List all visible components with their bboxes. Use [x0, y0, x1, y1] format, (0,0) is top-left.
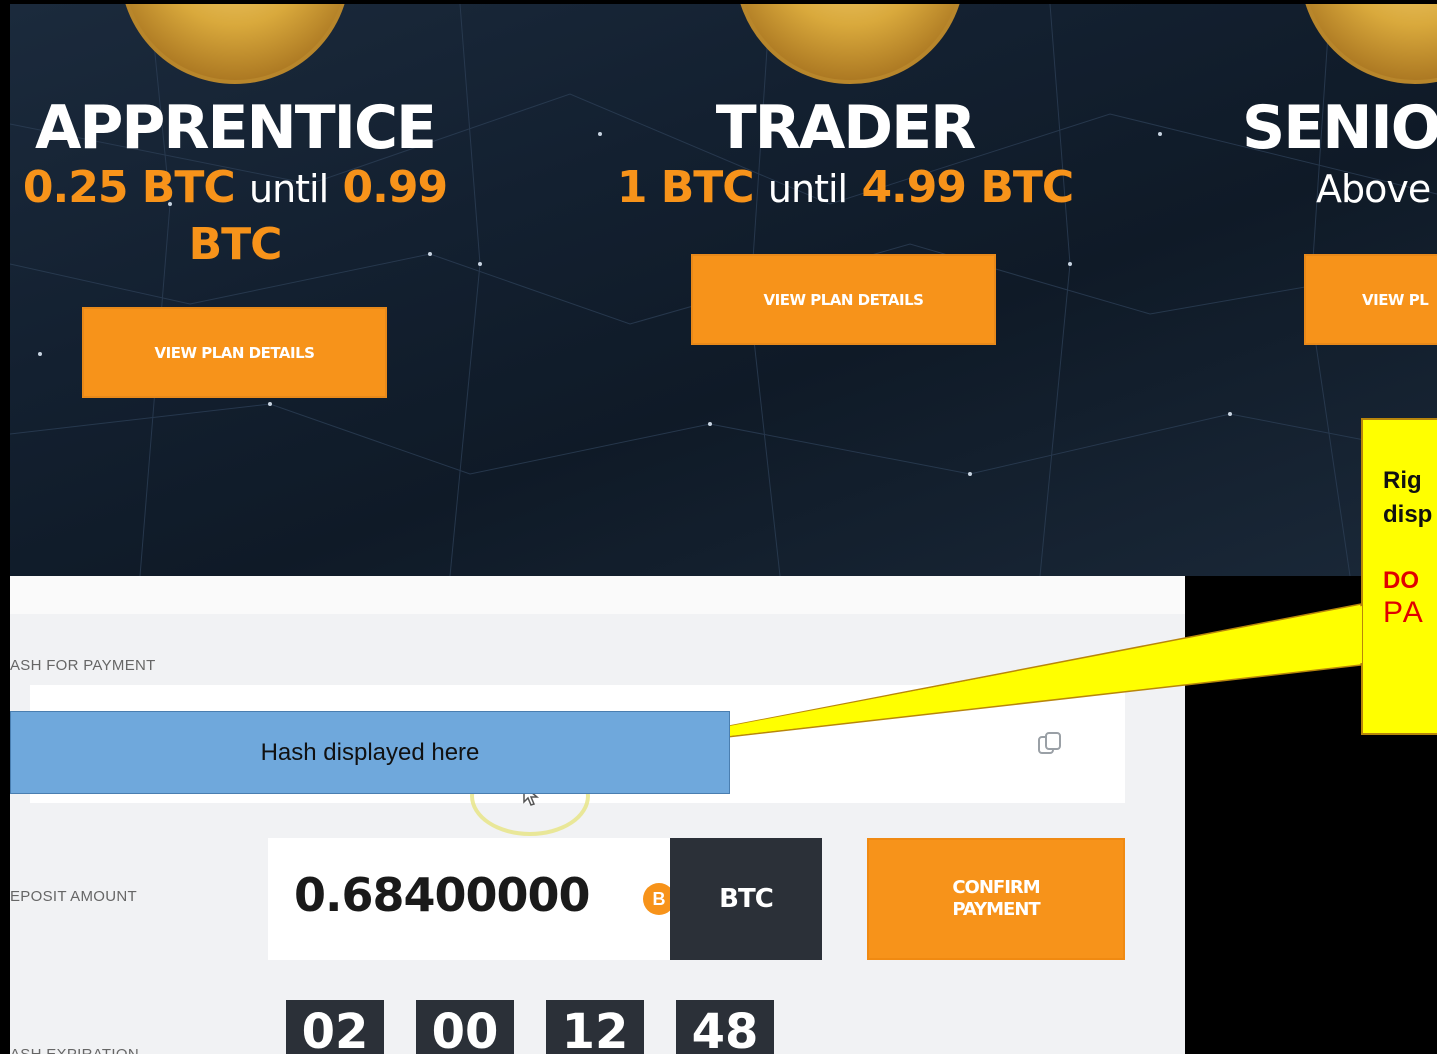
- plans-banner: APPRENTICE 0.25 BTC until 0.99 BTC VIEW …: [10, 4, 1437, 576]
- plan-apprentice: APPRENTICE 0.25 BTC until 0.99 BTC: [20, 96, 450, 273]
- currency-label: BTC: [670, 838, 822, 960]
- view-plan-details-button[interactable]: VIEW PL: [1304, 254, 1437, 345]
- timer-hours: 02: [286, 1000, 384, 1054]
- timer-seconds: 12: [546, 1000, 644, 1054]
- plan-name: TRADER: [715, 93, 977, 163]
- view-plan-details-button[interactable]: VIEW PLAN DETAILS: [691, 254, 996, 345]
- copy-icon[interactable]: [1035, 729, 1065, 759]
- deposit-amount-value: 0.68400000: [294, 868, 591, 922]
- plan-range: 0.25 BTC until 0.99: [20, 160, 450, 217]
- warning-callout: Rig disp DO PA: [1361, 418, 1437, 735]
- deposit-amount-field: 0.68400000 B: [268, 838, 675, 960]
- plan-range: 1 BTC until 4.99 BTC: [610, 160, 1080, 217]
- plan-range: Above: [1242, 160, 1437, 217]
- expiration-label: ASH EXPIRATION: [10, 1046, 139, 1054]
- payment-panel: ASH FOR PAYMENT EPOSIT AMOUNT 0.68400000…: [10, 576, 1185, 1054]
- timer-minutes: 00: [416, 1000, 514, 1054]
- plan-name: SENIOI: [1242, 93, 1437, 163]
- confirm-label-line1: CONFIRM: [952, 877, 1040, 898]
- range-text: Above: [1316, 167, 1431, 211]
- callout-line1: Rig: [1383, 467, 1422, 494]
- hash-label: ASH FOR PAYMENT: [10, 657, 156, 674]
- hash-callout: Hash displayed here: [10, 711, 730, 794]
- plan-range-unit: BTC: [20, 217, 450, 273]
- plan-name: APPRENTICE: [34, 93, 437, 163]
- range-connector: until: [248, 167, 329, 211]
- range-end: 0.99: [342, 162, 449, 213]
- view-plan-details-button[interactable]: VIEW PLAN DETAILS: [82, 307, 387, 398]
- range-unit: BTC: [188, 219, 283, 270]
- confirm-label-line2: PAYMENT: [952, 899, 1040, 920]
- timer-fraction: 48: [676, 1000, 774, 1054]
- range-start: 1 BTC: [616, 162, 755, 213]
- plan-trader: TRADER 1 BTC until 4.99 BTC: [610, 96, 1080, 217]
- panel-header-strip: [10, 576, 1185, 614]
- range-connector: until: [767, 167, 848, 211]
- callout-warning-line2: PA: [1383, 596, 1425, 629]
- callout-warning-line1: DO: [1383, 567, 1419, 594]
- deposit-label: EPOSIT AMOUNT: [10, 888, 137, 905]
- plan-senior: SENIOI Above: [1242, 96, 1437, 217]
- confirm-payment-button[interactable]: CONFIRM PAYMENT: [867, 838, 1125, 960]
- range-start: 0.25 BTC: [22, 162, 236, 213]
- screenshot: APPRENTICE 0.25 BTC until 0.99 BTC VIEW …: [0, 0, 1437, 1054]
- range-end: 4.99 BTC: [861, 162, 1074, 213]
- callout-line2: disp: [1383, 501, 1433, 528]
